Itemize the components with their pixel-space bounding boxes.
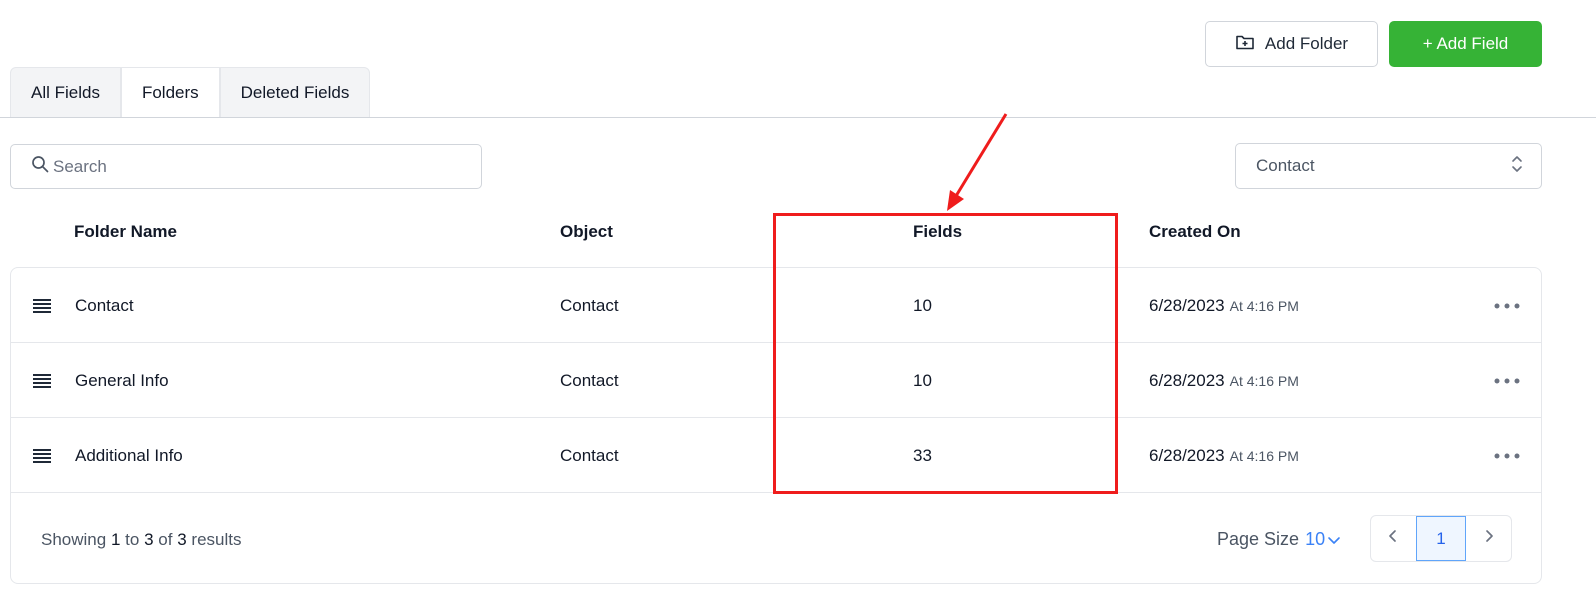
- to-word: to: [125, 530, 140, 549]
- object-cell: Contact: [560, 445, 619, 465]
- search-input[interactable]: [51, 155, 471, 178]
- tab-bar: All Fields Folders Deleted Fields: [10, 67, 371, 118]
- page-size-dropdown[interactable]: Page Size 10: [1217, 529, 1341, 550]
- object-filter-select[interactable]: Contact: [1235, 143, 1542, 189]
- created-time: At 4:16 PM: [1229, 448, 1299, 464]
- chevron-left-icon: [1388, 529, 1398, 548]
- add-folder-button[interactable]: Add Folder: [1205, 21, 1378, 67]
- column-header-object: Object: [560, 222, 613, 241]
- tab-folders[interactable]: Folders: [120, 67, 220, 118]
- results-summary: Showing 1 to 3 of 3 results: [41, 530, 241, 550]
- created-time: At 4:16 PM: [1229, 298, 1299, 314]
- created-on-cell: 6/28/2023 At 4:16 PM: [1149, 343, 1299, 418]
- drag-handle-icon[interactable]: [32, 268, 54, 343]
- page-size-label: Page Size: [1217, 529, 1300, 549]
- page-size-value: 10: [1305, 529, 1326, 549]
- folder-plus-icon: [1235, 33, 1255, 56]
- results-word: results: [191, 530, 242, 549]
- add-field-button[interactable]: + Add Field: [1389, 21, 1542, 67]
- chevron-right-icon: [1484, 529, 1494, 548]
- annotation-arrow-icon: [947, 113, 1008, 211]
- range-from: 1: [110, 530, 121, 549]
- column-header-folder-name: Folder Name: [74, 222, 177, 241]
- tab-label: Deleted Fields: [240, 82, 350, 102]
- pagination: 1: [1370, 515, 1512, 562]
- more-options-icon[interactable]: [1493, 268, 1521, 343]
- created-time: At 4:16 PM: [1229, 373, 1299, 389]
- created-on-cell: 6/28/2023 At 4:16 PM: [1149, 418, 1299, 493]
- add-field-label: + Add Field: [1422, 34, 1509, 53]
- tab-label: Folders: [141, 82, 199, 102]
- created-date: 6/28/2023: [1149, 370, 1225, 390]
- page-size-value-wrap: 10: [1305, 529, 1341, 550]
- search-box[interactable]: [10, 144, 482, 189]
- folder-name-cell: Additional Info: [75, 445, 183, 465]
- search-icon: [31, 155, 51, 178]
- annotation-highlight-box: [773, 213, 1118, 494]
- object-filter-value: Contact: [1256, 156, 1315, 175]
- showing-prefix: Showing: [41, 530, 107, 549]
- created-date: 6/28/2023: [1149, 445, 1225, 465]
- created-date: 6/28/2023: [1149, 295, 1225, 315]
- column-header-created-on: Created On: [1149, 222, 1241, 241]
- folder-name-cell: Contact: [75, 295, 134, 315]
- next-page-button[interactable]: [1466, 516, 1511, 561]
- of-word: of: [158, 530, 173, 549]
- tab-label: All Fields: [31, 82, 100, 102]
- chevron-up-down-icon: [1511, 154, 1523, 179]
- previous-page-button[interactable]: [1371, 516, 1416, 561]
- total-count: 3: [177, 530, 187, 549]
- page-number-button[interactable]: 1: [1415, 516, 1467, 561]
- object-cell: Contact: [560, 370, 619, 390]
- add-folder-label: Add Folder: [1264, 34, 1349, 53]
- tab-all-fields[interactable]: All Fields: [10, 67, 121, 118]
- more-options-icon[interactable]: [1493, 418, 1521, 493]
- more-options-icon[interactable]: [1493, 343, 1521, 418]
- tab-deleted-fields[interactable]: Deleted Fields: [219, 67, 371, 118]
- object-cell: Contact: [560, 295, 619, 315]
- drag-handle-icon[interactable]: [32, 418, 54, 493]
- chevron-down-icon: [1327, 529, 1341, 550]
- range-to: 3: [144, 530, 154, 549]
- created-on-cell: 6/28/2023 At 4:16 PM: [1149, 268, 1299, 343]
- tab-divider: [0, 117, 1596, 118]
- folder-name-cell: General Info: [75, 370, 169, 390]
- drag-handle-icon[interactable]: [32, 343, 54, 418]
